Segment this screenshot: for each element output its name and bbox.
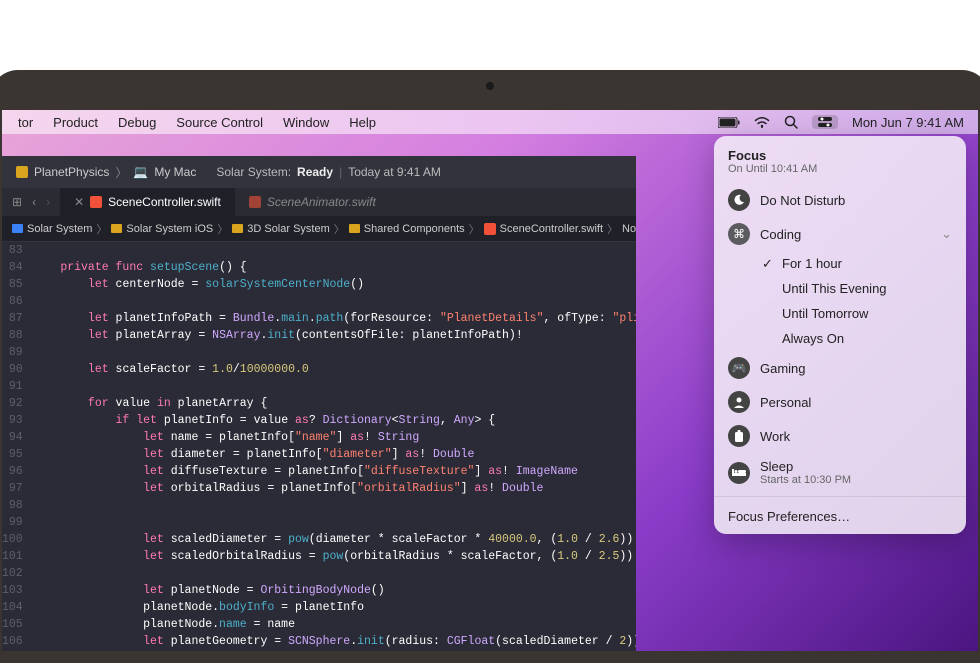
battery-icon[interactable] — [718, 117, 740, 128]
breadcrumb-item[interactable]: Solar System iOS — [126, 223, 213, 235]
focus-row-label: Coding — [760, 227, 931, 242]
code-editor[interactable]: 83 84 85 86 87 88 89 90 91 92 93 94 95 9… — [2, 242, 636, 651]
desktop-wallpaper: tor Product Debug Source Control Window … — [2, 110, 978, 651]
folder-icon — [349, 224, 360, 233]
lanyard-icon — [728, 425, 750, 447]
swift-file-icon — [249, 196, 261, 208]
laptop-camera — [486, 82, 494, 90]
game-controller-icon: 🎮 — [728, 357, 750, 379]
swift-file-icon — [90, 196, 102, 208]
tab-sceneanimator[interactable]: SceneAnimator.swift — [235, 188, 390, 216]
menu-item[interactable]: Product — [43, 115, 108, 130]
tab-label: SceneAnimator.swift — [267, 195, 376, 209]
app-icon — [16, 166, 28, 178]
scheme-project: PlanetPhysics — [34, 165, 109, 179]
focus-option[interactable]: Until This Evening — [758, 276, 966, 301]
spotlight-icon[interactable] — [784, 115, 798, 129]
focus-option[interactable]: Until Tomorrow — [758, 301, 966, 326]
focus-row-coding[interactable]: ⌘ Coding ⌄ — [714, 217, 966, 251]
focus-row-label: Sleep Starts at 10:30 PM — [760, 459, 952, 486]
focus-option[interactable]: Always On — [758, 326, 966, 351]
focus-row-label: Personal — [760, 395, 952, 410]
control-center-icon[interactable] — [812, 115, 838, 129]
menubar-datetime[interactable]: Mon Jun 7 9:41 AM — [852, 115, 964, 130]
code-content[interactable]: private func setupScene() { let centerNo… — [33, 242, 636, 651]
laptop-bezel: tor Product Debug Source Control Window … — [0, 70, 980, 663]
focus-row-sublabel: Starts at 10:30 PM — [760, 474, 952, 486]
tab-bar: ⊞ ‹ › ✕ SceneController.swift SceneAnima… — [2, 188, 636, 216]
breadcrumb-item[interactable]: 3D Solar System — [247, 223, 330, 235]
focus-row-sleep[interactable]: Sleep Starts at 10:30 PM — [714, 453, 966, 492]
scheme-selector[interactable]: PlanetPhysics 〉 💻 My Mac — [16, 164, 196, 181]
jump-bar[interactable]: Solar System〉 Solar System iOS〉 3D Solar… — [2, 216, 636, 242]
code-icon: ⌘ — [728, 223, 750, 245]
focus-subtitle: On Until 10:41 AM — [728, 163, 952, 175]
forward-icon[interactable]: › — [46, 195, 50, 209]
focus-popover: Focus On Until 10:41 AM Do Not Disturb ⌘… — [714, 136, 966, 534]
menu-item[interactable]: Debug — [108, 115, 166, 130]
swift-file-icon — [484, 223, 496, 235]
menu-item[interactable]: tor — [8, 115, 43, 130]
line-gutter: 83 84 85 86 87 88 89 90 91 92 93 94 95 9… — [2, 242, 33, 651]
menu-item[interactable]: Help — [339, 115, 386, 130]
xcode-window: PlanetPhysics 〉 💻 My Mac Solar System: R… — [2, 156, 636, 651]
bed-icon — [728, 462, 750, 484]
tab-scenecontroller[interactable]: ✕ SceneController.swift — [60, 188, 235, 216]
focus-preferences-link[interactable]: Focus Preferences… — [714, 501, 966, 528]
focus-row-work[interactable]: Work — [714, 419, 966, 453]
breadcrumb-item[interactable]: SceneController.swift — [500, 223, 603, 235]
moon-icon — [728, 189, 750, 211]
chevron-down-icon: ⌄ — [941, 226, 952, 242]
back-icon[interactable]: ‹ — [32, 195, 36, 209]
person-icon — [728, 391, 750, 413]
menubar: tor Product Debug Source Control Window … — [2, 110, 978, 134]
status-time: Today at 9:41 AM — [348, 165, 441, 179]
focus-row-label: Do Not Disturb — [760, 193, 952, 208]
close-tab-icon[interactable]: ✕ — [74, 195, 84, 209]
wifi-icon[interactable] — [754, 116, 770, 128]
focus-option[interactable]: For 1 hour — [758, 251, 966, 276]
focus-row-dnd[interactable]: Do Not Disturb — [714, 183, 966, 217]
folder-icon — [111, 224, 122, 233]
focus-row-label: Gaming — [760, 361, 952, 376]
tab-label: SceneController.swift — [108, 195, 221, 209]
status-title: Solar System: — [216, 165, 291, 179]
xcode-toolbar: PlanetPhysics 〉 💻 My Mac Solar System: R… — [2, 156, 636, 188]
folder-icon — [232, 224, 243, 233]
focus-row-label: Work — [760, 429, 952, 444]
status-state: Ready — [297, 165, 333, 179]
menu-item[interactable]: Window — [273, 115, 339, 130]
focus-coding-options: For 1 hour Until This Evening Until Tomo… — [714, 251, 966, 351]
focus-row-personal[interactable]: Personal — [714, 385, 966, 419]
breadcrumb-item[interactable]: No Selection — [622, 223, 636, 235]
scheme-target: My Mac — [154, 165, 196, 179]
focus-row-gaming[interactable]: 🎮 Gaming — [714, 351, 966, 385]
menu-item[interactable]: Source Control — [166, 115, 273, 130]
focus-title: Focus — [728, 148, 952, 163]
activity-viewer: Solar System: Ready | Today at 9:41 AM — [216, 165, 441, 179]
related-items-icon[interactable]: ⊞ — [12, 195, 22, 209]
breadcrumb-item[interactable]: Shared Components — [364, 223, 465, 235]
project-icon — [12, 224, 23, 233]
breadcrumb-item[interactable]: Solar System — [27, 223, 92, 235]
